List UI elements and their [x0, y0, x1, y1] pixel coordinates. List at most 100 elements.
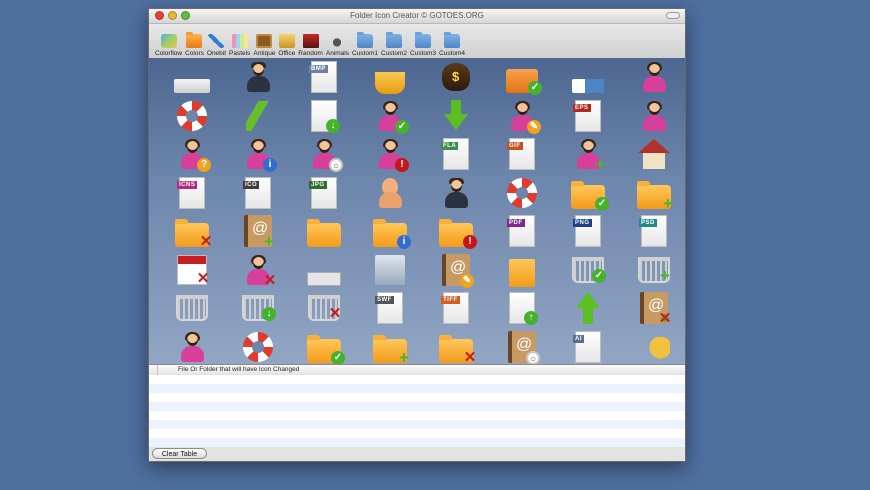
- address-book-edit-icon: +✎: [442, 253, 474, 289]
- icon-grid-cell[interactable]: [225, 58, 291, 97]
- icon-grid-cell[interactable]: +: [621, 174, 685, 213]
- icon-grid-cell[interactable]: ✓: [291, 328, 357, 364]
- ico-file-icon: ICO: [243, 176, 271, 209]
- icon-grid-cell[interactable]: +: [225, 212, 291, 251]
- icon-grid-cell[interactable]: + ✕: [621, 289, 685, 328]
- icon-grid-cell[interactable]: [357, 251, 423, 290]
- icon-grid-cell[interactable]: !: [423, 212, 489, 251]
- icon-grid-cell[interactable]: ✕: [159, 251, 225, 290]
- toolbar-item-custom1[interactable]: Custom1: [351, 32, 378, 58]
- icon-grid-cell[interactable]: FLA: [423, 135, 489, 174]
- icon-grid-cell[interactable]: [159, 58, 225, 97]
- psd-file-icon: PSD: [639, 215, 667, 248]
- icon-grid-cell[interactable]: [291, 212, 357, 251]
- icon-grid-cell[interactable]: i: [357, 212, 423, 251]
- lifering-user-icon: [507, 177, 537, 208]
- toolbar-item-office[interactable]: Office: [278, 34, 295, 58]
- icon-grid-cell[interactable]: PSD: [621, 212, 685, 251]
- toolbar-item-colorflow[interactable]: Colorflow: [155, 34, 182, 58]
- address-book-add-icon: +: [244, 215, 274, 250]
- icon-grid-cell[interactable]: SWF: [357, 289, 423, 328]
- toolbar-item-animals[interactable]: Animals: [326, 34, 349, 58]
- icon-grid-cell[interactable]: ✓: [555, 174, 621, 213]
- icon-grid-cell[interactable]: [621, 97, 685, 136]
- icon-grid-cell[interactable]: ICO: [225, 174, 291, 213]
- icon-grid-cell[interactable]: ↓: [291, 97, 357, 136]
- icon-grid-cell[interactable]: ○: [291, 135, 357, 174]
- column-header-file[interactable]: File Or Folder that will have Icon Chang…: [157, 365, 299, 375]
- icon-grid-cell[interactable]: [423, 97, 489, 136]
- toolbar-item-colors[interactable]: Colors: [185, 32, 204, 58]
- fax-icon: [375, 254, 405, 285]
- icon-grid-cell[interactable]: +: [621, 251, 685, 290]
- tiff-file-icon: TIFF: [441, 292, 469, 325]
- icon-grid-cell[interactable]: [621, 328, 685, 365]
- icon-grid-cell[interactable]: ↓: [225, 289, 291, 328]
- icon-grid-cell[interactable]: ✕: [423, 328, 489, 364]
- toolbar-item-label: Onebit: [206, 50, 227, 57]
- icon-grid-cell[interactable]: JPG: [291, 174, 357, 213]
- icon-grid-cell[interactable]: PDF: [489, 212, 555, 251]
- icon-grid-cell[interactable]: !: [357, 135, 423, 174]
- man-user-icon: [243, 61, 273, 93]
- icon-grid-cell[interactable]: ↑: [489, 289, 555, 328]
- icon-grid-cell[interactable]: ✕: [291, 289, 357, 328]
- icon-grid-cell[interactable]: [423, 174, 489, 213]
- icon-grid-cell[interactable]: [621, 135, 685, 174]
- toolbar-item-label: Random: [298, 50, 323, 57]
- icon-grid-cell[interactable]: [225, 97, 291, 136]
- file-list[interactable]: [149, 375, 685, 450]
- icon-grid-cell[interactable]: [489, 174, 555, 213]
- icon-grid-cell[interactable]: +: [357, 328, 423, 364]
- icon-grid-cell[interactable]: +○: [489, 328, 555, 364]
- bald-user-icon: [375, 177, 405, 209]
- toolbar-item-pastels[interactable]: Pastels: [229, 34, 250, 58]
- toolbar-item-label: Custom1: [351, 50, 378, 57]
- app-window: Folder Icon Creator © GOTOES.ORG Colorfl…: [148, 8, 686, 462]
- icon-grid-cell[interactable]: [621, 58, 685, 97]
- folder-check-icon: ✓: [571, 180, 609, 211]
- pencil-icon: [208, 34, 225, 48]
- icon-grid-cell[interactable]: [423, 58, 489, 97]
- icon-grid-cell[interactable]: TIFF: [423, 289, 489, 328]
- toolbar-item-antique[interactable]: Antique: [253, 34, 275, 58]
- icon-grid-cell[interactable]: [291, 251, 357, 290]
- icon-grid-cell[interactable]: i: [225, 135, 291, 174]
- icon-grid-cell[interactable]: ✕: [159, 212, 225, 251]
- icon-grid-cell[interactable]: ✕: [225, 251, 291, 290]
- toolbar-item-custom2[interactable]: Custom2: [381, 32, 407, 58]
- icon-grid-cell[interactable]: +: [555, 135, 621, 174]
- icon-grid-cell[interactable]: [555, 289, 621, 328]
- icon-grid-area: BMP✓↓✓✎EPS?i○!FLAGIF+ICNSICOJPG✓+✕+i!PDF…: [149, 58, 685, 364]
- icon-grid-cell[interactable]: GIF: [489, 135, 555, 174]
- icon-grid-cell[interactable]: [489, 251, 555, 290]
- toolbar-item-label: Custom3: [410, 50, 437, 57]
- icon-grid-cell[interactable]: [225, 328, 291, 365]
- green-down-arrow-icon: [443, 99, 469, 132]
- icon-grid-cell[interactable]: ✎: [489, 97, 555, 136]
- icon-grid-cell[interactable]: AI: [555, 328, 621, 365]
- toolbar-item-random[interactable]: Random: [298, 34, 323, 58]
- toolbar-toggle-button[interactable]: [666, 12, 680, 19]
- icon-grid-cell[interactable]: [159, 97, 225, 136]
- icon-grid-cell[interactable]: ✓: [489, 58, 555, 97]
- clear-table-button[interactable]: Clear Table: [152, 448, 207, 459]
- toolbar-item-onebit[interactable]: Onebit: [207, 34, 226, 58]
- icon-grid-cell[interactable]: [555, 58, 621, 97]
- icon-grid-cell[interactable]: [357, 58, 423, 97]
- icon-grid-cell[interactable]: ?: [159, 135, 225, 174]
- icon-grid-cell[interactable]: EPS: [555, 97, 621, 136]
- toolbar-item-custom3[interactable]: Custom3: [410, 32, 437, 58]
- icon-grid-cell[interactable]: [159, 289, 225, 328]
- icon-grid-cell[interactable]: PNG: [555, 212, 621, 251]
- colorflow-icon: [160, 34, 177, 48]
- icon-grid-cell[interactable]: ICNS: [159, 174, 225, 213]
- icon-grid-cell[interactable]: ✓: [555, 251, 621, 290]
- icon-grid-cell[interactable]: [159, 328, 225, 365]
- antique-frame-icon: [256, 34, 273, 48]
- icon-grid-cell[interactable]: ✓: [357, 97, 423, 136]
- icon-grid-cell[interactable]: [357, 174, 423, 213]
- toolbar-item-custom4[interactable]: Custom4: [439, 32, 465, 58]
- icon-grid-cell[interactable]: BMP: [291, 58, 357, 97]
- icon-grid-cell[interactable]: +✎: [423, 251, 489, 290]
